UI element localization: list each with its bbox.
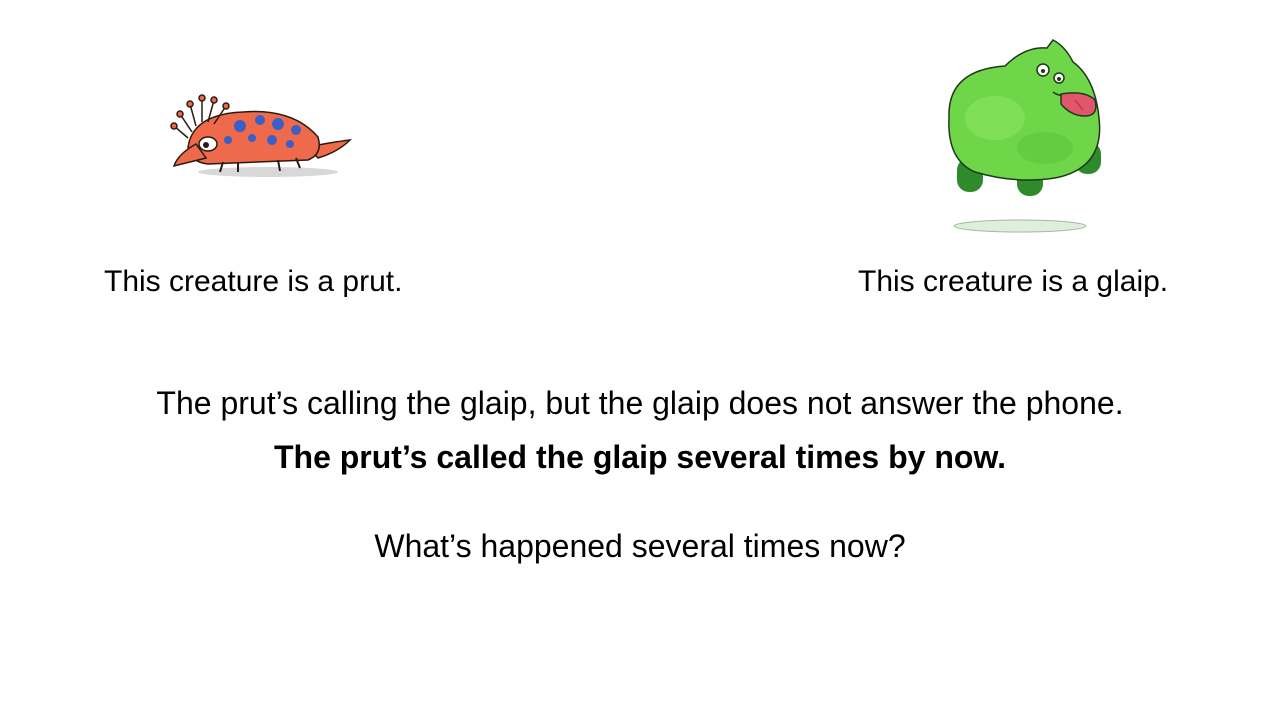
caption-prut: This creature is a prut. bbox=[104, 265, 403, 298]
context-sentence: The prut’s calling the glaip, but the gl… bbox=[156, 385, 1124, 421]
caption-glaip: This creature is a glaip. bbox=[858, 265, 1169, 298]
target-sentence: The prut’s called the glaip several time… bbox=[273, 439, 1007, 475]
slide: This creature is a prut. This creature i… bbox=[0, 0, 1280, 720]
glaip-creature-icon bbox=[948, 39, 1101, 233]
prut-creature-icon bbox=[170, 94, 353, 177]
question-sentence: What’s happened several times now? bbox=[374, 528, 906, 564]
